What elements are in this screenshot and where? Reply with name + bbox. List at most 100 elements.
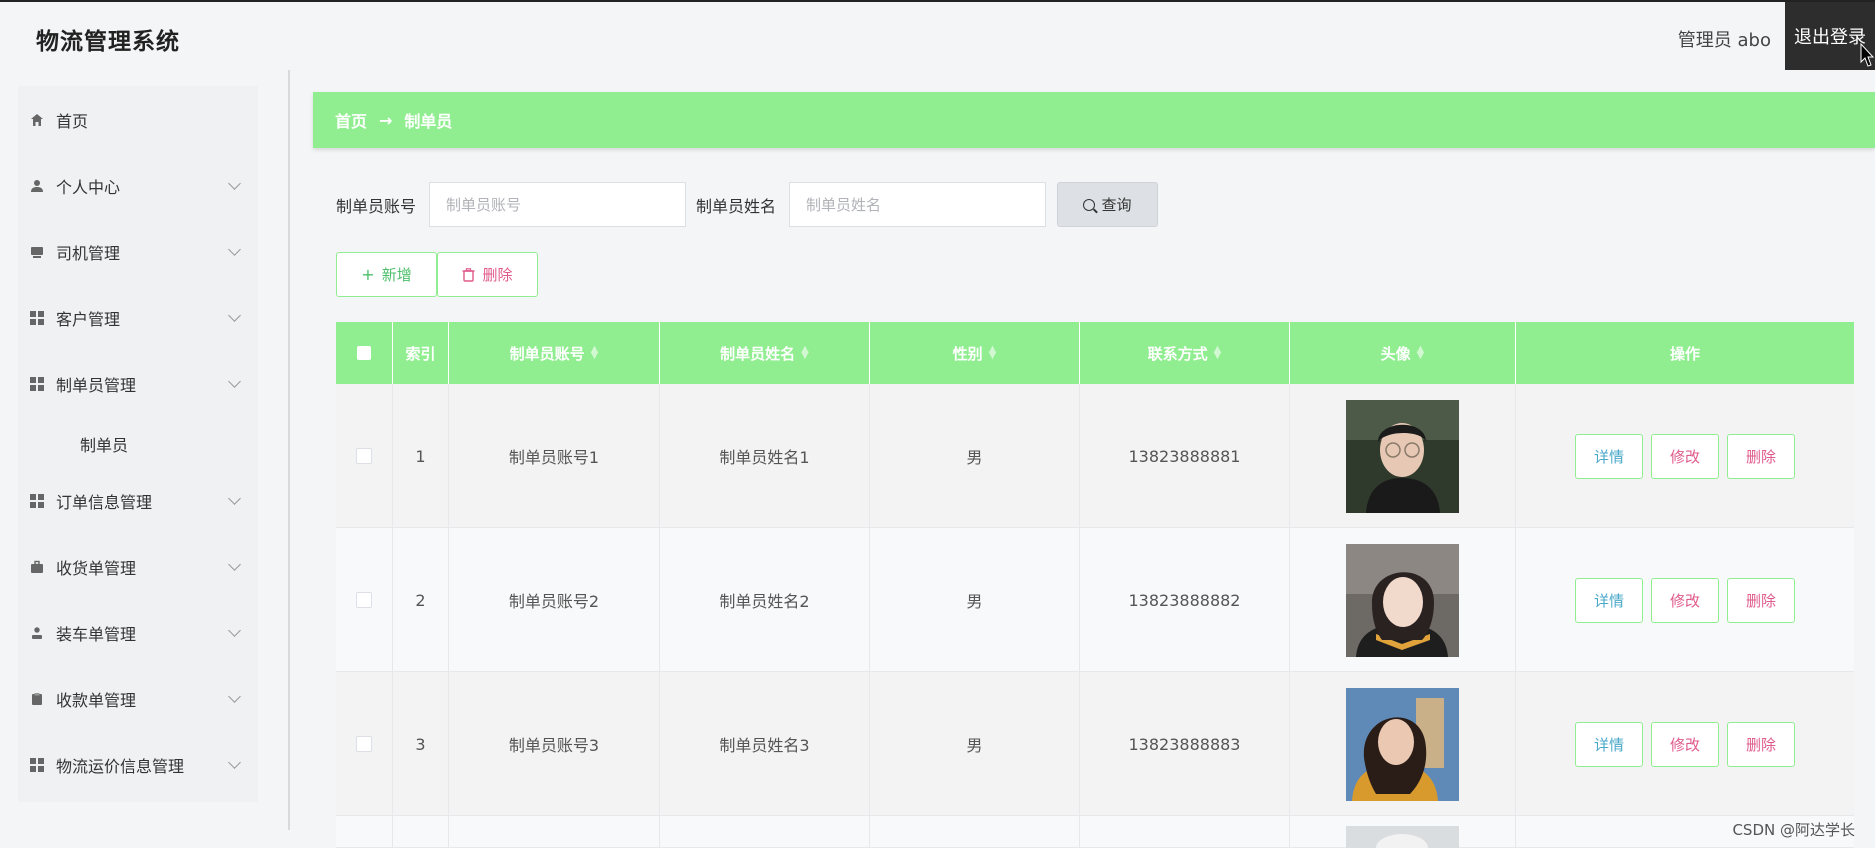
delete-button[interactable]: 删除 bbox=[1727, 577, 1795, 623]
row-checkbox[interactable] bbox=[356, 448, 372, 464]
header-ops: 操作 bbox=[1516, 322, 1854, 384]
sidebar-item-label: 客户管理 bbox=[56, 310, 121, 329]
sidebar-item-label: 个人中心 bbox=[56, 178, 121, 197]
sidebar-item-label: 收款单管理 bbox=[56, 691, 137, 710]
ops-cell: 详情 修改 删除 bbox=[1516, 672, 1854, 816]
sidebar-item-driver[interactable]: 司机管理 bbox=[30, 232, 245, 272]
sort-icon[interactable]: ▲ ▼ bbox=[1417, 345, 1425, 361]
row-checkbox[interactable] bbox=[356, 592, 372, 608]
sidebar-item-payment[interactable]: 收款单管理 bbox=[30, 679, 245, 719]
index-cell bbox=[393, 816, 449, 848]
name-cell: 制单员姓名3 bbox=[660, 672, 870, 816]
contact-cell: 13823888882 bbox=[1080, 528, 1290, 672]
sidebar-item-label: 制单员管理 bbox=[56, 376, 137, 395]
account-cell: 制单员账号2 bbox=[449, 528, 660, 672]
account-search-input[interactable] bbox=[429, 182, 686, 227]
sidebar-item-label: 物流运价信息管理 bbox=[56, 757, 185, 776]
header-name[interactable]: 制单员姓名 ▲ ▼ bbox=[660, 322, 870, 384]
edit-button[interactable]: 修改 bbox=[1651, 721, 1719, 767]
sidebar-item-label: 收货单管理 bbox=[56, 559, 137, 578]
select-all-checkbox[interactable] bbox=[357, 346, 371, 360]
batch-delete-button[interactable]: 删除 bbox=[437, 252, 538, 297]
ops-cell: 详情 修改 删除 bbox=[1516, 528, 1854, 672]
header-account[interactable]: 制单员账号 ▲ ▼ bbox=[449, 322, 660, 384]
header-index: 索引 bbox=[393, 322, 449, 384]
index-cell: 3 bbox=[393, 672, 449, 816]
sort-icon[interactable]: ▲ ▼ bbox=[801, 345, 809, 361]
gender-cell: 男 bbox=[870, 528, 1080, 672]
header-avatar[interactable]: 头像 ▲ ▼ bbox=[1290, 322, 1516, 384]
header-checkbox-cell bbox=[336, 322, 393, 384]
header-avatar-label: 头像 bbox=[1380, 344, 1411, 363]
search-icon bbox=[1083, 198, 1096, 211]
row-checkbox-cell bbox=[336, 384, 393, 528]
header-contact[interactable]: 联系方式 ▲ ▼ bbox=[1080, 322, 1290, 384]
sidebar-item-label: 装车单管理 bbox=[56, 625, 137, 644]
table-header: 索引 制单员账号 ▲ ▼ 制单员姓名 ▲ ▼ 性别 ▲ ▼ 联系方式 ▲ ▼ 头像 ▲ ▼… bbox=[336, 322, 1854, 384]
watermark: CSDN @阿达学长 bbox=[1732, 821, 1855, 839]
sidebar-item-loading[interactable]: 装车单管理 bbox=[30, 613, 245, 653]
avatar[interactable] bbox=[1346, 399, 1459, 513]
name-search-input[interactable] bbox=[789, 182, 1046, 227]
add-button[interactable]: + 新增 bbox=[336, 252, 437, 297]
row-checkbox-cell bbox=[336, 672, 393, 816]
breadcrumb-arrow-icon: → bbox=[379, 110, 393, 130]
avatar[interactable] bbox=[1346, 687, 1459, 801]
grid-icon bbox=[30, 311, 44, 325]
breadcrumb-home[interactable]: 首页 bbox=[335, 108, 367, 132]
avatar-cell bbox=[1290, 816, 1516, 848]
sidebar-item-order-info[interactable]: 订单信息管理 bbox=[30, 481, 245, 521]
sort-icon[interactable]: ▲ ▼ bbox=[1214, 345, 1222, 361]
breadcrumb: 首页 → 制单员 bbox=[313, 92, 1875, 148]
sort-icon[interactable]: ▲ ▼ bbox=[591, 345, 599, 361]
chevron-down-icon bbox=[228, 243, 241, 256]
sidebar-item-home[interactable]: 首页 bbox=[30, 100, 245, 140]
avatar[interactable] bbox=[1346, 826, 1459, 848]
header-name-label: 制单员姓名 bbox=[720, 344, 796, 363]
driver-icon bbox=[31, 247, 43, 258]
avatar-cell bbox=[1290, 528, 1516, 672]
sidebar-item-label: 首页 bbox=[56, 112, 89, 131]
table-row: 3 制单员账号3 制单员姓名3 男 13823888883 详情 修改 删除 bbox=[336, 672, 1854, 816]
grid-icon bbox=[30, 494, 44, 508]
person-icon bbox=[32, 627, 42, 639]
chevron-down-icon bbox=[228, 756, 241, 769]
row-checkbox[interactable] bbox=[356, 736, 372, 752]
detail-button[interactable]: 详情 bbox=[1575, 433, 1643, 479]
header-gender[interactable]: 性别 ▲ ▼ bbox=[870, 322, 1080, 384]
sidebar-item-freight-rate[interactable]: 物流运价信息管理 bbox=[30, 745, 245, 785]
breadcrumb-current: 制单员 bbox=[404, 112, 453, 131]
edit-button[interactable]: 修改 bbox=[1651, 577, 1719, 623]
sidebar-item-clerk-management[interactable]: 制单员管理 bbox=[30, 364, 245, 404]
header-account-label: 制单员账号 bbox=[509, 344, 585, 363]
sidebar-item-personal-center[interactable]: 个人中心 bbox=[30, 166, 245, 206]
index-cell: 2 bbox=[393, 528, 449, 672]
app-title: 物流管理系统 bbox=[36, 29, 180, 55]
delete-button[interactable]: 删除 bbox=[1727, 721, 1795, 767]
avatar[interactable] bbox=[1346, 543, 1459, 657]
delete-button[interactable]: 删除 bbox=[1727, 433, 1795, 479]
edit-button[interactable]: 修改 bbox=[1651, 433, 1719, 479]
name-cell: 制单员姓名2 bbox=[660, 528, 870, 672]
avatar-cell bbox=[1290, 384, 1516, 528]
query-button-label: 查询 bbox=[1101, 196, 1132, 214]
user-icon bbox=[31, 180, 43, 192]
chevron-down-icon bbox=[228, 177, 241, 190]
detail-button[interactable]: 详情 bbox=[1575, 577, 1643, 623]
batch-delete-button-label: 删除 bbox=[482, 266, 513, 284]
chevron-down-icon bbox=[228, 492, 241, 505]
name-cell bbox=[660, 816, 870, 848]
query-button[interactable]: 查询 bbox=[1057, 182, 1158, 227]
header-ops-label: 操作 bbox=[1669, 344, 1700, 363]
header-gender-label: 性别 bbox=[952, 344, 983, 363]
chevron-down-icon bbox=[228, 375, 241, 388]
chevron-down-icon bbox=[228, 558, 241, 571]
sort-icon[interactable]: ▲ ▼ bbox=[989, 345, 997, 361]
plus-icon: + bbox=[361, 265, 375, 284]
detail-button[interactable]: 详情 bbox=[1575, 721, 1643, 767]
chevron-down-icon bbox=[228, 309, 241, 322]
sidebar-item-customer[interactable]: 客户管理 bbox=[30, 298, 245, 338]
sidebar-item-receipt[interactable]: 收货单管理 bbox=[30, 547, 245, 587]
table-row: 2 制单员账号2 制单员姓名2 男 13823888882 详情 修改 删除 bbox=[336, 528, 1854, 672]
submenu-item-clerk[interactable]: 制单员 bbox=[80, 432, 128, 456]
